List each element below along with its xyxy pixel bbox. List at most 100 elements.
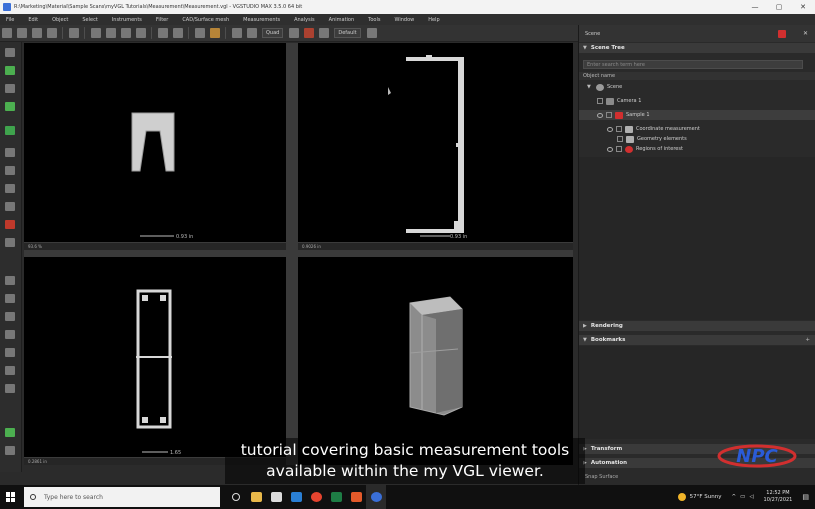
taskbar-vgstudio[interactable]: [366, 485, 386, 509]
task-view-button[interactable]: [226, 485, 246, 509]
taskbar-mail[interactable]: [286, 485, 306, 509]
menu-animation[interactable]: Animation: [329, 17, 355, 23]
annotation-tool-icon[interactable]: [5, 220, 15, 229]
viewport-top-right[interactable]: 0.93 in: [298, 43, 573, 242]
viewport-splitter-horizontal[interactable]: [24, 250, 573, 257]
viewport-3d[interactable]: [298, 257, 573, 465]
taskbar-store[interactable]: [266, 485, 286, 509]
default-preset-combo[interactable]: Default: [334, 28, 361, 38]
tree-checkbox[interactable]: [616, 146, 622, 152]
menu-tools[interactable]: Tools: [368, 17, 380, 23]
tree-checkbox[interactable]: [617, 136, 623, 142]
tree-checkbox[interactable]: ▼: [587, 84, 593, 90]
notifications-icon[interactable]: ▤: [802, 493, 809, 501]
plane-tool-icon[interactable]: [5, 202, 15, 211]
undo-icon[interactable]: [69, 28, 79, 38]
menu-edit[interactable]: Edit: [28, 17, 38, 23]
taskbar-file-explorer[interactable]: [246, 485, 266, 509]
menu-filter[interactable]: Filter: [156, 17, 168, 23]
tree-row-geometry-elements[interactable]: Geometry elements: [579, 134, 815, 144]
tree-row-scene[interactable]: ▼ Scene: [579, 82, 815, 92]
visibility-eye-icon[interactable]: [607, 146, 613, 152]
delete-icon[interactable]: [136, 28, 146, 38]
pointer-tool-icon[interactable]: [158, 28, 168, 38]
region-tool-icon[interactable]: [5, 84, 15, 93]
tree-checkbox[interactable]: [606, 112, 612, 118]
tool-icon[interactable]: [5, 446, 15, 455]
tool-icon[interactable]: [5, 384, 15, 393]
taskbar-onenote[interactable]: [346, 485, 366, 509]
panel-selector[interactable]: Scene ✕: [579, 25, 815, 42]
save-as-icon[interactable]: [47, 28, 57, 38]
menu-instruments[interactable]: Instruments: [112, 17, 142, 23]
visibility-eye-icon[interactable]: [597, 112, 603, 118]
tool-icon[interactable]: [5, 428, 15, 437]
add-bookmark-icon[interactable]: +: [805, 337, 810, 343]
tree-checkbox[interactable]: [616, 126, 622, 132]
visibility-eye-icon[interactable]: [607, 126, 613, 132]
transform-tool-icon[interactable]: [5, 166, 15, 175]
warning-icon[interactable]: [304, 28, 315, 38]
minimize-button[interactable]: —: [743, 3, 767, 11]
tree-row-regions-of-interest[interactable]: Regions of interest: [579, 144, 815, 154]
viewport-bottom-left[interactable]: 1.65: [24, 257, 286, 457]
tree-row-camera[interactable]: Camera 1: [579, 96, 815, 106]
taskbar-search-input[interactable]: Type here to search: [24, 487, 220, 507]
pen-tool-icon[interactable]: [5, 66, 15, 75]
menu-analysis[interactable]: Analysis: [294, 17, 315, 23]
rendering-header[interactable]: ▶ Rendering: [579, 321, 815, 331]
taskbar-excel[interactable]: [326, 485, 346, 509]
measure-tool-icon[interactable]: [5, 126, 15, 135]
settings-icon[interactable]: [366, 28, 377, 38]
volume-icon[interactable]: ◁: [749, 494, 753, 500]
menu-cad-surface-mesh[interactable]: CAD/Surface mesh: [182, 17, 229, 23]
taskbar-chrome[interactable]: [306, 485, 326, 509]
tool-icon[interactable]: [5, 330, 15, 339]
tool-icon[interactable]: [5, 312, 15, 321]
tree-checkbox[interactable]: [597, 98, 603, 104]
copy-icon[interactable]: [106, 28, 116, 38]
paste-icon[interactable]: [121, 28, 131, 38]
taskbar-clock[interactable]: 12:52 PM 10/27/2021: [764, 490, 793, 504]
cut-plane-icon[interactable]: [5, 238, 15, 247]
select-tool-icon[interactable]: [5, 48, 15, 57]
arrow-icon[interactable]: [232, 28, 242, 38]
tool-icon[interactable]: [5, 348, 15, 357]
open-folder-icon[interactable]: [17, 28, 27, 38]
tool-icon[interactable]: [5, 294, 15, 303]
zoom-tool-icon[interactable]: [5, 102, 15, 111]
layout-icon[interactable]: [247, 28, 257, 38]
scene-tree-header[interactable]: ▼ Scene Tree: [579, 43, 815, 53]
new-file-icon[interactable]: [2, 28, 12, 38]
cut-icon[interactable]: [91, 28, 101, 38]
star-icon[interactable]: [210, 28, 220, 38]
crop-tool-icon[interactable]: [5, 184, 15, 193]
menu-window[interactable]: Window: [395, 17, 415, 23]
menu-select[interactable]: Select: [82, 17, 97, 23]
menu-help[interactable]: Help: [428, 17, 439, 23]
network-icon[interactable]: ▭: [740, 494, 745, 500]
ruler-icon[interactable]: [319, 28, 330, 38]
tool-icon[interactable]: [5, 276, 15, 285]
chevron-up-icon[interactable]: ^: [732, 494, 737, 500]
flag-icon[interactable]: [195, 28, 205, 38]
menu-measurements[interactable]: Measurements: [243, 17, 280, 23]
close-button[interactable]: ✕: [791, 3, 815, 11]
bookmark-red-icon[interactable]: [778, 29, 786, 38]
tree-row-sample[interactable]: Sample 1: [579, 110, 815, 120]
view-layout-combo[interactable]: Quad: [262, 28, 284, 38]
weather-readout[interactable]: 57°F Sunny: [690, 494, 722, 500]
menu-file[interactable]: File: [6, 17, 14, 23]
rotate-tool-icon[interactable]: [5, 148, 15, 157]
start-button[interactable]: [0, 485, 22, 509]
bookmarks-header[interactable]: ▼ Bookmarks +: [579, 335, 815, 345]
save-icon[interactable]: [32, 28, 42, 38]
grid-icon[interactable]: [289, 28, 300, 38]
tool-icon[interactable]: [5, 366, 15, 375]
menu-object[interactable]: Object: [52, 17, 68, 23]
scene-tree-search-input[interactable]: Enter search term here: [583, 60, 803, 69]
maximize-button[interactable]: ▢: [767, 3, 791, 11]
tree-row-coordinate-measurement[interactable]: Coordinate measurement: [579, 124, 815, 134]
close-panel-icon[interactable]: ✕: [803, 30, 808, 37]
pan-tool-icon[interactable]: [173, 28, 183, 38]
